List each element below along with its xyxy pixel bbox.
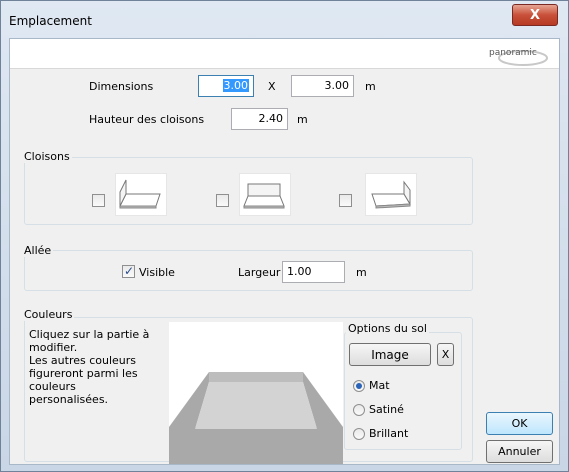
- dimensions-label: Dimensions: [89, 80, 154, 93]
- cloison-option-1-checkbox[interactable]: [92, 194, 105, 207]
- dimensions-width-field[interactable]: 3.00: [198, 75, 254, 97]
- allee-group-label: Allée: [22, 244, 54, 257]
- hauteur-unit: m: [297, 113, 308, 126]
- cloison-option-2-checkbox[interactable]: [216, 194, 229, 207]
- allee-largeur-label: Largeur: [238, 266, 281, 279]
- panoramic-logo: panoramic: [487, 44, 557, 66]
- hauteur-field[interactable]: 2.40: [231, 108, 288, 130]
- cloisons-group-label: Cloisons: [22, 150, 72, 163]
- cloison-option-3-checkbox[interactable]: [339, 194, 352, 207]
- dialog-window: Emplacement X panoramic Dimensions 3.00 …: [0, 0, 569, 472]
- image-button[interactable]: Image: [349, 343, 431, 366]
- cancel-button[interactable]: Annuler: [486, 440, 553, 463]
- allee-largeur-field[interactable]: 1.00: [282, 261, 345, 283]
- finish-brillant-radio[interactable]: [353, 428, 365, 440]
- window-title: Emplacement: [9, 14, 92, 28]
- dialog-client-area: panoramic Dimensions 3.00 X 3.00 m Haute…: [9, 38, 560, 465]
- wall-right-back-icon: [371, 180, 411, 209]
- cloison-option-3-thumbnail[interactable]: [365, 173, 417, 216]
- finish-satine-label[interactable]: Satiné: [369, 403, 404, 416]
- floor-back-border: [209, 372, 303, 382]
- width-value: 3.00: [222, 79, 249, 92]
- allee-visible-checkbox[interactable]: ✓: [122, 264, 135, 278]
- logo-text: panoramic: [489, 48, 537, 58]
- hauteur-label: Hauteur des cloisons: [89, 113, 205, 126]
- ok-button[interactable]: OK: [486, 412, 553, 435]
- dimensions-depth-field[interactable]: 3.00: [291, 75, 354, 97]
- couleurs-description: Cliquez sur la partie à modifier. Les au…: [29, 328, 150, 406]
- close-button[interactable]: X: [512, 4, 558, 26]
- finish-brillant-label[interactable]: Brillant: [369, 427, 408, 440]
- checkmark-icon: ✓: [124, 264, 135, 278]
- radio-selected-dot: [356, 383, 362, 389]
- clear-image-button[interactable]: X: [437, 343, 454, 366]
- floor-preview[interactable]: [169, 322, 343, 464]
- wall-left-back-icon: [119, 179, 161, 209]
- floor-front-border: [169, 427, 343, 464]
- cloison-option-2-thumbnail[interactable]: [239, 173, 291, 216]
- dimensions-unit: m: [365, 80, 376, 93]
- floor-surface: [195, 382, 317, 429]
- finish-mat-label[interactable]: Mat: [369, 379, 390, 392]
- allee-visible-label[interactable]: Visible: [139, 266, 175, 279]
- header-banner: panoramic: [10, 39, 559, 69]
- couleurs-group-label: Couleurs: [22, 308, 75, 321]
- options-sol-label: Options du sol: [346, 322, 429, 335]
- close-icon: X: [529, 7, 541, 23]
- cloison-option-1-thumbnail[interactable]: [115, 173, 167, 216]
- finish-mat-radio[interactable]: [353, 380, 365, 392]
- allee-unit: m: [356, 266, 367, 279]
- dimensions-separator: X: [268, 80, 276, 93]
- finish-satine-radio[interactable]: [353, 404, 365, 416]
- wall-back-icon: [243, 183, 285, 209]
